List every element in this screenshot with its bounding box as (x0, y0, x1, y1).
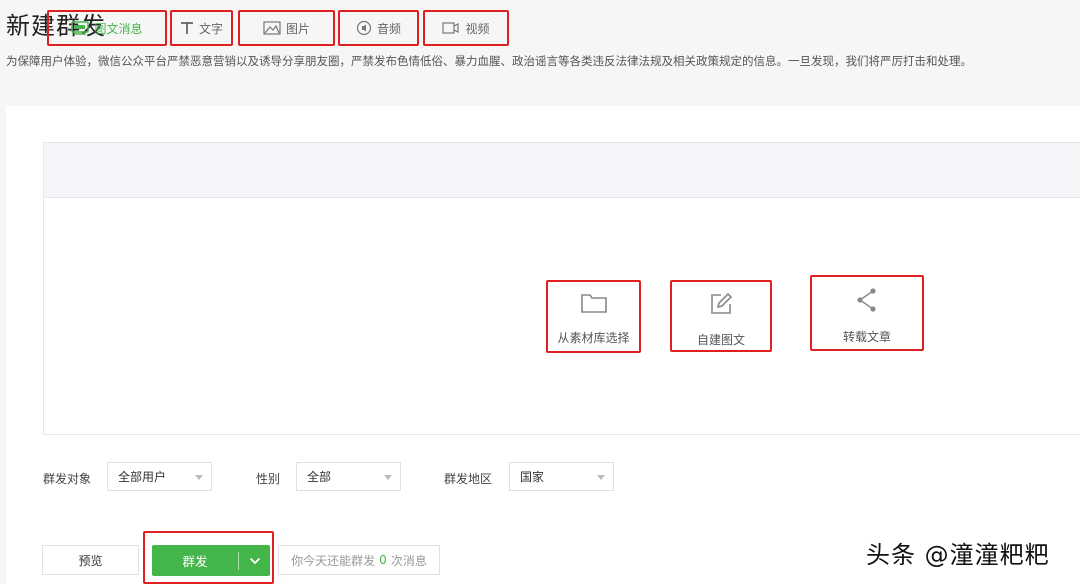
text-icon (180, 21, 194, 35)
tab-text[interactable]: 文字 (170, 10, 233, 46)
select-from-library-label: 从素材库选择 (557, 331, 630, 345)
chevron-down-icon (597, 475, 605, 480)
tab-news[interactable]: 图文消息 (47, 10, 167, 46)
target-label: 群发对象 (43, 472, 92, 486)
region-select-value: 国家 (520, 470, 545, 484)
chevron-down-icon (384, 475, 392, 480)
chevron-down-icon (195, 475, 203, 480)
create-article-label: 自建图文 (696, 333, 745, 347)
quota-suffix: 次消息 (390, 553, 427, 568)
watermark: 头条 @潼潼粑粑 (866, 541, 1050, 569)
target-select-value: 全部用户 (118, 470, 167, 484)
tab-image-label: 图片 (285, 21, 310, 36)
send-button[interactable]: 群发 (152, 545, 270, 576)
tab-text-label: 文字 (198, 21, 223, 36)
tab-news-label: 图文消息 (94, 21, 143, 36)
region-label: 群发地区 (444, 472, 493, 486)
send-button-label: 群发 (182, 554, 208, 569)
tab-audio-label: 音频 (376, 21, 401, 36)
tab-audio[interactable]: 音频 (338, 10, 419, 46)
tab-video-label: 视频 (465, 21, 490, 36)
gender-select-value: 全部 (307, 470, 332, 484)
gender-label: 性别 (256, 472, 281, 486)
image-icon (263, 21, 281, 35)
gender-select[interactable]: 全部 (296, 462, 401, 491)
message-type-tabbar (44, 143, 1080, 198)
chevron-down-icon (249, 553, 261, 568)
quota-count: 0 (379, 553, 387, 567)
send-quota-info: 你今天还能群发 0 次消息 (278, 545, 440, 575)
target-select[interactable]: 全部用户 (107, 462, 212, 491)
edit-icon (709, 292, 733, 319)
preview-button[interactable]: 预览 (42, 545, 139, 575)
tab-video[interactable]: 视频 (423, 10, 509, 46)
audio-icon (356, 20, 372, 36)
tab-image[interactable]: 图片 (238, 10, 335, 46)
policy-notice: 为保障用户体验，微信公众平台严禁恶意营销以及诱导分享朋友圈，严禁发布色情低俗、暴… (6, 54, 972, 68)
share-icon (855, 287, 879, 316)
create-article-button[interactable]: 自建图文 (670, 280, 772, 352)
repost-article-button[interactable]: 转载文章 (810, 275, 924, 351)
send-options-toggle[interactable] (239, 553, 270, 568)
news-icon (71, 21, 90, 35)
quota-prefix: 你今天还能群发 (291, 553, 376, 568)
select-from-library-button[interactable]: 从素材库选择 (546, 280, 641, 353)
folder-icon (580, 292, 608, 317)
repost-article-label: 转载文章 (842, 330, 891, 344)
video-icon (442, 21, 460, 35)
region-select[interactable]: 国家 (509, 462, 614, 491)
